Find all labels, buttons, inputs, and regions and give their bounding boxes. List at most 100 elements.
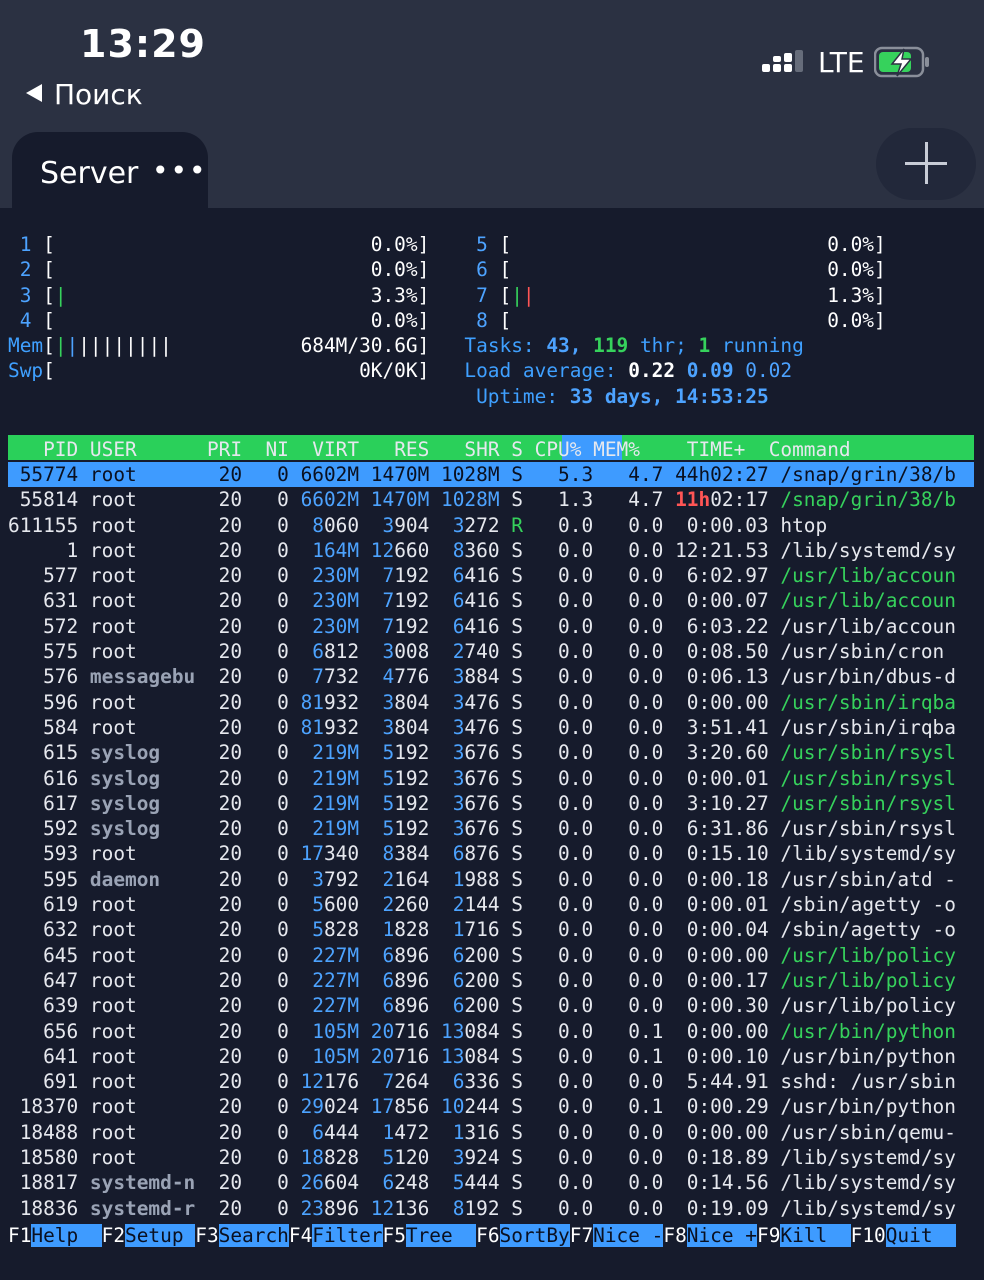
- process-row[interactable]: 611155 root 20 0 8060 3904 3272 R 0.0 0.…: [8, 513, 984, 538]
- column-header-shr[interactable]: SHR: [429, 438, 499, 461]
- process-row[interactable]: 656 root 20 0 105M 20716 13084 S 0.0 0.1…: [8, 1019, 984, 1044]
- res: 1470M: [359, 463, 430, 486]
- priority: 20: [195, 741, 243, 765]
- mem-percent: 0.0: [593, 893, 664, 917]
- column-header-ni[interactable]: NI: [242, 438, 288, 461]
- process-row[interactable]: 18580 root 20 0 18828 5120 3924 S 0.0 0.…: [8, 1145, 984, 1170]
- fkey-f5[interactable]: F5Tree: [383, 1224, 477, 1247]
- column-header-time[interactable]: TIME+: [640, 438, 746, 461]
- mem-percent: 0.0: [593, 1120, 664, 1144]
- process-row[interactable]: 647 root 20 0 227M 6896 6200 S 0.0 0.0 0…: [8, 968, 984, 993]
- fkey-f3[interactable]: F3Search: [195, 1224, 289, 1247]
- mem-percent: 0.0: [593, 791, 664, 815]
- fkey-f8[interactable]: F8Nice +: [663, 1224, 757, 1247]
- size-thousands: 23: [300, 1196, 324, 1220]
- size-thousands: 2: [382, 867, 395, 891]
- column-header-res[interactable]: RES: [359, 438, 429, 461]
- process-row[interactable]: 595 daemon 20 0 3792 2164 1988 S 0.0 0.0…: [8, 867, 984, 892]
- process-row[interactable]: 55814 root 20 0 6602M 1470M 1028M S 1.3 …: [8, 487, 984, 512]
- column-header-virt[interactable]: VIRT: [289, 438, 359, 461]
- back-to-search-link[interactable]: Поиск: [26, 78, 143, 111]
- fkey-f4[interactable]: F4Filter: [289, 1224, 383, 1247]
- time: 3:20.60: [663, 741, 769, 764]
- process-row[interactable]: 572 root 20 0 230M 7192 6416 S 0.0 0.0 6…: [8, 614, 984, 639]
- new-tab-plus-icon[interactable]: [876, 128, 976, 200]
- virt-value: 6602M: [300, 488, 360, 512]
- process-row[interactable]: 596 root 20 0 81932 3804 3476 S 0.0 0.0 …: [8, 690, 984, 715]
- process-row[interactable]: 619 root 20 0 5600 2260 2144 S 0.0 0.0 0…: [8, 892, 984, 917]
- process-row[interactable]: 592 syslog 20 0 219M 5192 3676 S 0.0 0.0…: [8, 816, 984, 841]
- process-row[interactable]: 55774 root 20 0 6602M 1470M 1028M S 5.3 …: [8, 462, 984, 487]
- size-units: 264: [394, 1070, 430, 1094]
- tab-server[interactable]: Server •••: [12, 132, 208, 208]
- process-row[interactable]: 575 root 20 0 6812 3008 2740 S 0.0 0.0 0…: [8, 639, 984, 664]
- process-row[interactable]: 616 syslog 20 0 219M 5192 3676 S 0.0 0.0…: [8, 766, 984, 791]
- user: root: [78, 1095, 196, 1119]
- fkey-f6[interactable]: F6SortBy: [476, 1224, 570, 1247]
- time-value: 0:00.00: [686, 943, 769, 967]
- cpu-percent: 0.0: [522, 943, 594, 967]
- more-icon[interactable]: •••: [152, 154, 208, 187]
- process-row[interactable]: 632 root 20 0 5828 1828 1716 S 0.0 0.0 0…: [8, 917, 984, 942]
- virt: 105M: [289, 1020, 359, 1043]
- network-type: LTE: [818, 46, 865, 79]
- process-row[interactable]: 617 syslog 20 0 219M 5192 3676 S 0.0 0.0…: [8, 791, 984, 816]
- res: 4776: [359, 665, 430, 688]
- process-row[interactable]: 645 root 20 0 227M 6896 6200 S 0.0 0.0 0…: [8, 943, 984, 968]
- pid: 596: [8, 690, 79, 714]
- column-header-s[interactable]: S: [500, 438, 523, 461]
- column-header-pri[interactable]: PRI: [195, 438, 242, 461]
- process-row[interactable]: 576 messagebu 20 0 7732 4776 3884 S 0.0 …: [8, 664, 984, 689]
- process-row[interactable]: 641 root 20 0 105M 20716 13084 S 0.0 0.1…: [8, 1044, 984, 1069]
- process-row[interactable]: 631 root 20 0 230M 7192 6416 S 0.0 0.0 0…: [8, 588, 984, 613]
- process-list[interactable]: 55774 root 20 0 6602M 1470M 1028M S 5.3 …: [8, 462, 984, 1221]
- fkey-f7[interactable]: F7Nice -: [570, 1224, 664, 1247]
- command: /usr/lib/accoun: [768, 564, 956, 588]
- column-header-mem[interactable]: MEM%: [581, 438, 640, 461]
- size-units: 200: [464, 943, 500, 967]
- fkey-f1[interactable]: F1Help: [8, 1224, 102, 1247]
- process-row[interactable]: 577 root 20 0 230M 7192 6416 S 0.0 0.0 6…: [8, 563, 984, 588]
- pid: 595: [8, 867, 79, 891]
- user: syslog: [78, 791, 196, 815]
- process-row[interactable]: 584 root 20 0 81932 3804 3476 S 0.0 0.0 …: [8, 715, 984, 740]
- res-value: 4776: [383, 665, 430, 688]
- column-header-cpu[interactable]: CPU%: [523, 438, 582, 461]
- process-row[interactable]: 1 root 20 0 164M 12660 8360 S 0.0 0.0 12…: [8, 538, 984, 563]
- time: 0:00.03: [663, 514, 769, 537]
- shr: 6416: [429, 615, 500, 638]
- size-thousands: 5: [382, 1146, 395, 1170]
- process-row[interactable]: 18488 root 20 0 6444 1472 1316 S 0.0 0.0…: [8, 1120, 984, 1145]
- process-row[interactable]: 691 root 20 0 12176 7264 6336 S 0.0 0.0 …: [8, 1069, 984, 1094]
- size-thousands: 2: [382, 893, 395, 917]
- process-row[interactable]: 593 root 20 0 17340 8384 6876 S 0.0 0.0 …: [8, 841, 984, 866]
- nice: 0: [242, 842, 289, 866]
- time-value: 0:06.13: [686, 665, 769, 689]
- fkey-f10[interactable]: F10Quit: [851, 1224, 956, 1247]
- process-row[interactable]: 639 root 20 0 227M 6896 6200 S 0.0 0.0 0…: [8, 993, 984, 1018]
- process-row[interactable]: 18370 root 20 0 29024 17856 10244 S 0.0 …: [8, 1094, 984, 1119]
- process-row[interactable]: 18836 systemd-r 20 0 23896 12136 8192 S …: [8, 1196, 984, 1221]
- priority: 20: [195, 1120, 243, 1144]
- process-row[interactable]: 615 syslog 20 0 219M 5192 3676 S 0.0 0.0…: [8, 740, 984, 765]
- fkey-f2[interactable]: F2Setup: [102, 1224, 196, 1247]
- meter-line: 1 [ 0.0%] 5 [ 0.0%]: [8, 232, 984, 257]
- fkey-f9[interactable]: F9Kill: [757, 1224, 851, 1247]
- column-header-pid[interactable]: PID: [8, 438, 78, 461]
- size-thousands: 8: [452, 538, 465, 562]
- res: 7192: [359, 615, 430, 638]
- shr: 3884: [429, 665, 500, 688]
- nice: 0: [242, 614, 289, 638]
- meter-bracket: [: [43, 283, 55, 307]
- virt-value: 5600: [312, 893, 359, 916]
- shr: 8360: [429, 538, 500, 562]
- column-headers[interactable]: PID USER PRI NI VIRT RES SHR S CPU% MEM%…: [8, 437, 984, 462]
- process-row[interactable]: 18817 systemd-n 20 0 26604 6248 5444 S 0…: [8, 1170, 984, 1195]
- state: S: [499, 817, 523, 841]
- fkey-label: Help: [31, 1224, 102, 1247]
- column-header-user[interactable]: USER: [78, 438, 195, 461]
- column-header-command[interactable]: Command: [745, 438, 851, 461]
- cpu-meter-value: 0.0%: [370, 233, 418, 256]
